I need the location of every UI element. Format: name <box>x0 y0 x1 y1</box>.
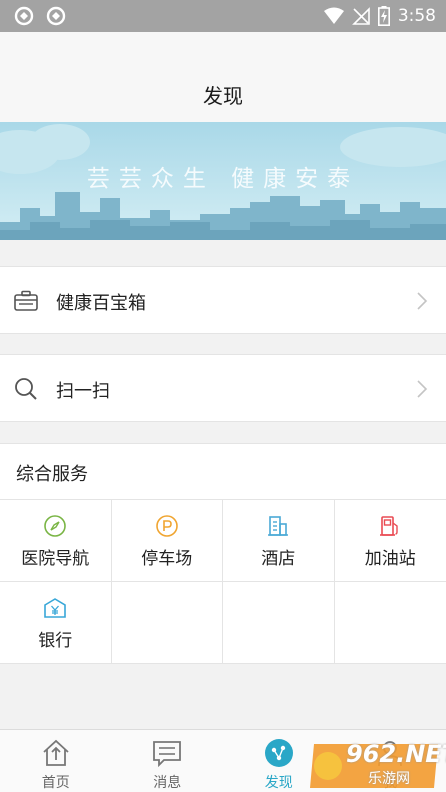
battery-icon <box>377 6 390 26</box>
service-gas-station[interactable]: 加油站 <box>335 500 446 582</box>
menu-item-label: 健康百宝箱 <box>56 293 146 314</box>
service-label: 医院导航 <box>21 549 90 569</box>
tab-messages[interactable]: 消息 <box>112 730 224 792</box>
service-hotel[interactable]: 酒店 <box>223 500 335 582</box>
watermark-subtext: 乐游网 <box>368 771 410 787</box>
bank-icon <box>44 598 67 618</box>
tab-label: 首页 <box>41 775 70 791</box>
gas-station-icon <box>380 516 398 536</box>
watermark-logo: 962.NET 乐游网 <box>306 738 446 792</box>
menu-item-health-toolbox[interactable]: 健康百宝箱 <box>0 266 446 334</box>
status-bar: 3:58 <box>0 0 446 32</box>
services-section: 综合服务 医院导航 停车场 酒店 加油站 银行 <box>0 443 446 664</box>
empty-cell <box>223 582 335 664</box>
wifi-icon <box>323 7 344 24</box>
tab-label: 消息 <box>153 775 182 791</box>
empty-cell <box>112 582 223 664</box>
section-title: 综合服务 <box>16 464 88 485</box>
banner[interactable]: 芸芸众生 健康安泰 <box>0 122 446 240</box>
header: 发现 <box>0 32 446 122</box>
empty-cell <box>335 582 446 664</box>
notification-icon <box>14 6 34 26</box>
service-label: 加油站 <box>364 549 416 569</box>
message-icon <box>153 741 182 768</box>
discover-icon <box>264 739 293 767</box>
chevron-right-icon <box>417 380 428 398</box>
parking-icon <box>155 515 178 537</box>
service-label: 酒店 <box>261 549 296 569</box>
service-hospital-navigation[interactable]: 医院导航 <box>0 500 112 582</box>
service-label: 银行 <box>38 631 73 651</box>
home-icon <box>43 739 69 766</box>
compass-icon <box>44 515 67 537</box>
toolbox-icon <box>14 290 38 311</box>
search-icon <box>15 378 37 400</box>
page-title: 发现 <box>203 84 243 108</box>
tab-home[interactable]: 首页 <box>0 730 112 792</box>
service-label: 停车场 <box>141 549 193 569</box>
menu-item-label: 扫一扫 <box>56 381 110 402</box>
services-grid: 医院导航 停车场 酒店 加油站 银行 <box>0 499 446 664</box>
banner-slogan: 芸芸众生 健康安泰 <box>86 166 360 192</box>
hotel-icon <box>268 516 289 536</box>
chevron-right-icon <box>417 292 428 310</box>
no-signal-icon <box>351 7 370 25</box>
notification-icon <box>46 6 66 26</box>
service-parking[interactable]: 停车场 <box>112 500 223 582</box>
service-bank[interactable]: 银行 <box>0 582 112 664</box>
watermark-text: 962.NET <box>346 740 446 768</box>
menu-item-scan[interactable]: 扫一扫 <box>0 354 446 422</box>
status-time: 3:58 <box>397 6 436 26</box>
